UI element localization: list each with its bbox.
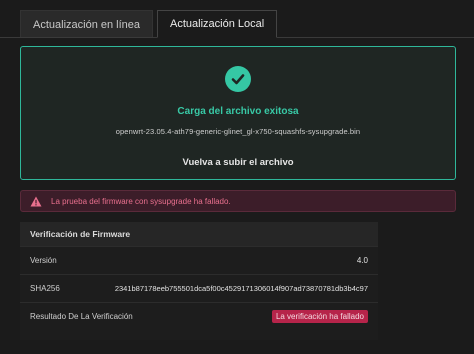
verification-result-label: Resultado De La Verificación (30, 312, 133, 321)
upload-status-panel: Carga del archivo exitosa openwrt-23.05.… (20, 46, 456, 180)
table-row: Versión 4.0 (20, 246, 378, 274)
warning-triangle-icon (30, 196, 42, 207)
tab-local-update[interactable]: Actualización Local (157, 10, 278, 38)
firmware-verification-table: Verificación de Firmware Versión 4.0 SHA… (20, 222, 378, 340)
firmware-error-alert: La prueba del firmware con sysupgrade ha… (20, 190, 456, 212)
tab-bar: Actualización en línea Actualización Loc… (20, 10, 474, 38)
verification-header: Verificación de Firmware (20, 222, 378, 246)
tab-online-update[interactable]: Actualización en línea (20, 10, 154, 38)
sha256-value: 2341b87178eeb755501dca5f00c4529171306014… (114, 284, 368, 293)
check-circle-icon (225, 66, 251, 92)
upload-success-title: Carga del archivo exitosa (177, 106, 299, 117)
version-label: Versión (30, 256, 57, 265)
status-badge: La verificación ha fallado (271, 310, 368, 323)
table-row: Resultado De La Verificación La verifica… (20, 302, 378, 330)
table-row: SHA256 2341b87178eeb755501dca5f00c452917… (20, 274, 378, 302)
version-value: 4.0 (356, 256, 368, 265)
alert-message: La prueba del firmware con sysupgrade ha… (51, 196, 231, 206)
sha256-label: SHA256 (30, 284, 60, 293)
reupload-button[interactable]: Vuelva a subir el archivo (182, 157, 293, 168)
uploaded-filename: openwrt-23.05.4-ath79-generic-glinet_gl-… (115, 127, 361, 136)
